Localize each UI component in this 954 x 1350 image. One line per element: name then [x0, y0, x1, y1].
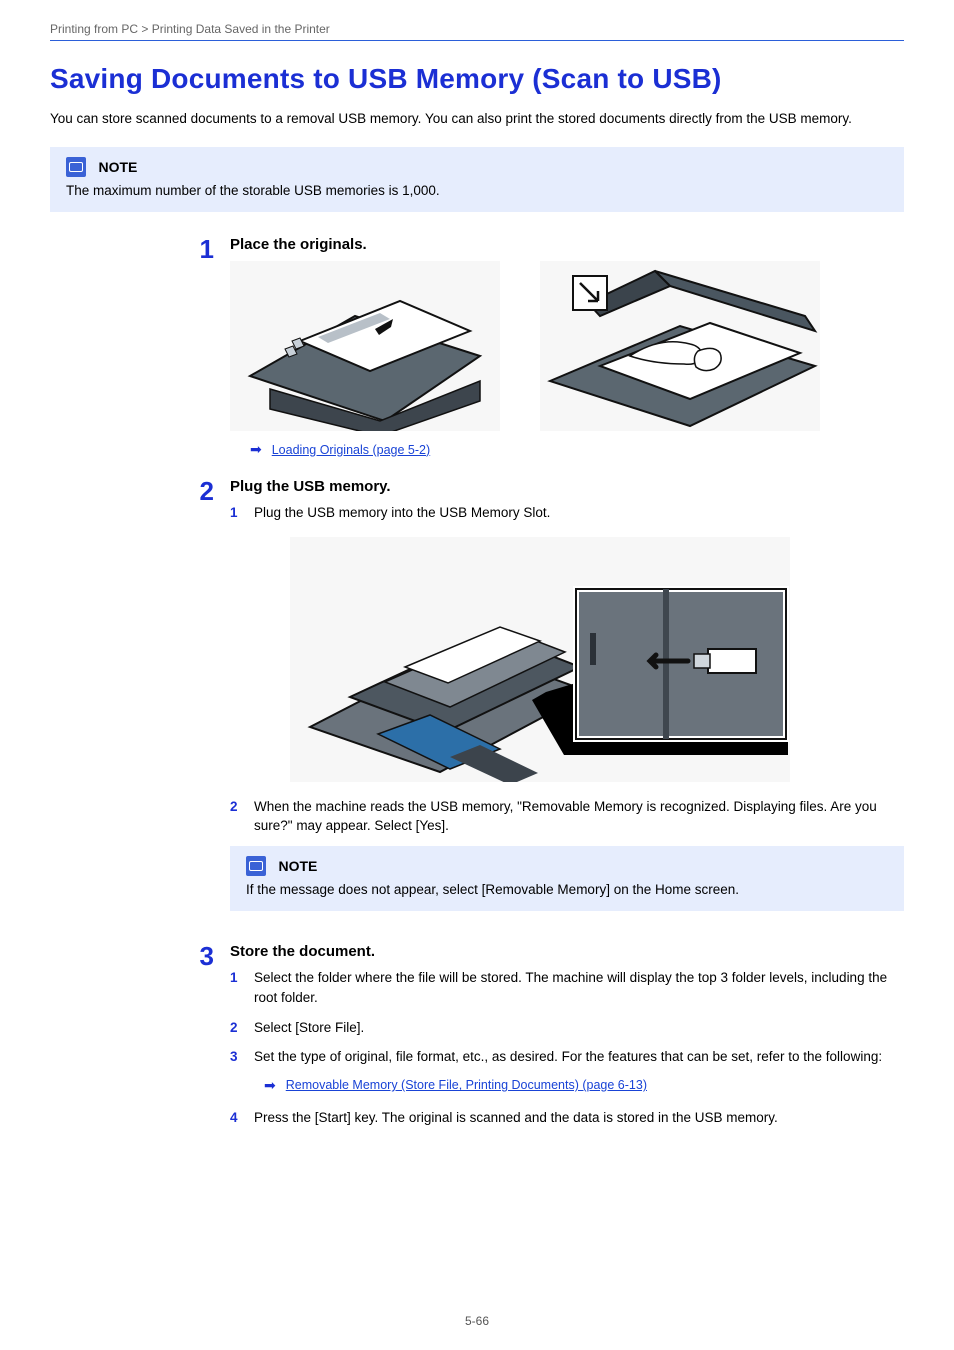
header-left: Printing from PC > Printing Data Saved i…	[50, 22, 330, 36]
page-footer: 5-66	[0, 1314, 954, 1328]
note-box-top: NOTE The maximum number of the storable …	[50, 147, 904, 213]
page-title: Saving Documents to USB Memory (Scan to …	[50, 63, 904, 95]
illustration-adf	[230, 261, 500, 431]
substep-number: 4	[230, 1108, 244, 1128]
note-label: NOTE	[278, 858, 317, 874]
step-3: 3 Store the document. 1 Select the folde…	[50, 943, 904, 1137]
step-title: Store the document.	[230, 943, 904, 960]
step-number: 2	[190, 478, 230, 935]
substep-number: 2	[230, 1018, 244, 1038]
substep-body: Press the [Start] key. The original is s…	[254, 1108, 904, 1128]
substep: 4 Press the [Start] key. The original is…	[230, 1108, 904, 1128]
note-body: The maximum number of the storable USB m…	[66, 181, 888, 201]
note-body: If the message does not appear, select […	[246, 880, 888, 900]
step-title: Plug the USB memory.	[230, 478, 904, 495]
intro-text: You can store scanned documents to a rem…	[50, 109, 904, 129]
xref-row: ➡ Loading Originals (page 5-2)	[250, 441, 904, 458]
step-title: Place the originals.	[230, 236, 904, 253]
illustration-usb-slot	[290, 537, 790, 782]
step-2: 2 Plug the USB memory. 1 Plug the USB me…	[50, 478, 904, 935]
illustration-platen	[540, 261, 820, 431]
step-number: 3	[190, 943, 230, 1137]
note-icon	[66, 157, 86, 177]
step-number: 1	[190, 236, 230, 470]
xref-row: ➡ Removable Memory (Store File, Printing…	[264, 1077, 904, 1094]
arrow-right-icon: ➡	[264, 1077, 276, 1094]
substep-number: 1	[230, 503, 244, 523]
substep-number: 2	[230, 797, 244, 836]
step-1: 1 Place the originals.	[50, 236, 904, 470]
substep-body: When the machine reads the USB memory, "…	[254, 797, 904, 836]
substep-body: Plug the USB memory into the USB Memory …	[254, 503, 904, 523]
substep: 1 Plug the USB memory into the USB Memor…	[230, 503, 904, 523]
note-label: NOTE	[98, 159, 137, 175]
arrow-right-icon: ➡	[250, 441, 262, 458]
substep: 2 Select [Store File].	[230, 1018, 904, 1038]
note-icon	[246, 856, 266, 876]
substep-number: 1	[230, 968, 244, 1007]
xref-link-removable-memory[interactable]: Removable Memory (Store File, Printing D…	[286, 1078, 647, 1092]
substep-body: Select [Store File].	[254, 1018, 904, 1038]
substep-body: Select the folder where the file will be…	[254, 968, 904, 1007]
page-header: Printing from PC > Printing Data Saved i…	[50, 22, 904, 36]
substep: 3 Set the type of original, file format,…	[230, 1047, 904, 1067]
xref-link-originals[interactable]: Loading Originals (page 5-2)	[272, 443, 430, 457]
substep: 2 When the machine reads the USB memory,…	[230, 797, 904, 836]
substep-number: 3	[230, 1047, 244, 1067]
substep: 1 Select the folder where the file will …	[230, 968, 904, 1007]
note-box-mid: NOTE If the message does not appear, sel…	[230, 846, 904, 912]
substep-body: Set the type of original, file format, e…	[254, 1047, 904, 1067]
header-rule	[50, 40, 904, 41]
